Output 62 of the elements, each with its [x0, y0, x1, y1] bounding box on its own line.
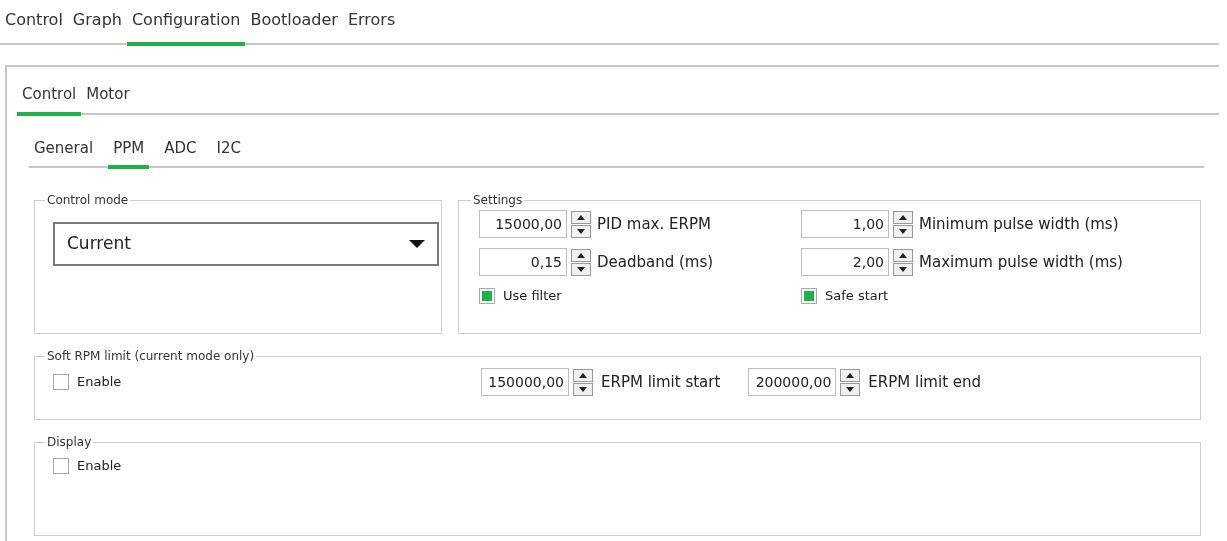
arrow-down-icon: [899, 266, 907, 272]
arrow-down-icon: [577, 228, 585, 234]
checkbox[interactable]: [801, 287, 817, 304]
arrow-up-icon: [577, 252, 585, 258]
tab[interactable]: Motor: [81, 83, 135, 116]
tab[interactable]: Control: [0, 4, 68, 46]
tab[interactable]: Control: [17, 83, 82, 116]
spin-up-button[interactable]: [573, 368, 593, 382]
tab[interactable]: General: [29, 136, 99, 169]
number-field[interactable]: 200000,00: [748, 368, 837, 396]
checkbox-label: Enable: [77, 373, 122, 392]
arrow-up-icon: [899, 252, 907, 258]
field-label: PID max. ERPM: [597, 213, 712, 235]
number-field[interactable]: 150000,00: [481, 368, 569, 396]
field-label: ERPM limit end: [868, 371, 982, 393]
spin-up-button[interactable]: [893, 248, 913, 262]
dropdown[interactable]: Current: [53, 222, 439, 266]
tab[interactable]: Bootloader: [245, 4, 343, 46]
checkbox-label: Enable: [77, 457, 122, 475]
spin-down-button[interactable]: [571, 262, 591, 276]
checkbox-label: Use filter: [503, 287, 562, 305]
spin-down-button[interactable]: [893, 224, 913, 238]
arrow-down-icon: [577, 266, 585, 272]
tab[interactable]: Configuration: [126, 4, 246, 46]
checkbox[interactable]: [479, 287, 495, 304]
arrow-up-icon: [899, 214, 907, 220]
tab[interactable]: ADC: [159, 136, 202, 169]
arrow-down-icon: [579, 386, 587, 392]
checkbox-label: Safe start: [825, 287, 889, 305]
group-title: Settings: [472, 194, 524, 206]
field-label: Minimum pulse width (ms): [919, 213, 1120, 235]
arrow-down-icon: [846, 386, 855, 392]
tab[interactable]: PPM: [108, 136, 150, 169]
field-label: Deadband (ms): [597, 251, 715, 273]
number-field[interactable]: 2,00: [801, 248, 889, 276]
spin-down-button[interactable]: [571, 224, 591, 238]
field-label: ERPM limit start: [601, 371, 721, 393]
tab[interactable]: Graph: [67, 4, 127, 46]
tab[interactable]: Errors: [342, 4, 401, 46]
number-field[interactable]: 15000,00: [479, 210, 567, 238]
field-label: Maximum pulse width (ms): [919, 251, 1124, 273]
dropdown-value: Current: [67, 232, 131, 256]
spin-down-button[interactable]: [893, 262, 913, 276]
tab[interactable]: I2C: [211, 136, 246, 169]
spin-down-button[interactable]: [840, 382, 861, 396]
spin-up-button[interactable]: [840, 368, 861, 382]
checkbox[interactable]: [53, 457, 69, 474]
checkbox[interactable]: [53, 374, 69, 390]
spin-up-button[interactable]: [571, 248, 591, 262]
spin-up-button[interactable]: [893, 210, 913, 224]
caret-icon: [409, 240, 425, 248]
group-title: Display: [46, 436, 93, 448]
group-title: Control mode: [46, 194, 130, 206]
group-title: Soft RPM limit (current mode only): [46, 350, 256, 362]
spin-up-button[interactable]: [571, 210, 591, 224]
number-field[interactable]: 1,00: [801, 210, 889, 238]
arrow-up-icon: [579, 372, 587, 378]
arrow-up-icon: [846, 372, 855, 378]
arrow-down-icon: [899, 228, 907, 234]
spin-down-button[interactable]: [573, 382, 593, 396]
arrow-up-icon: [577, 214, 585, 220]
number-field[interactable]: 0,15: [479, 248, 567, 276]
